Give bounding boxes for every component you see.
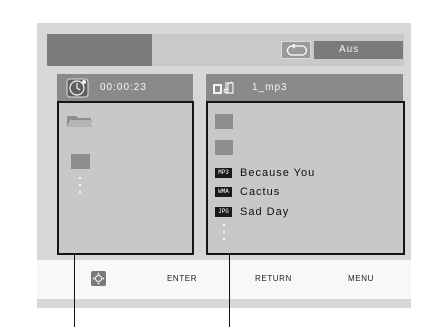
clock-disc-icon	[66, 78, 89, 98]
music-folder-icon	[213, 81, 234, 94]
repeat-value[interactable]: Aus	[314, 41, 403, 59]
return-button[interactable]: RETURN	[255, 274, 292, 283]
file-name: Sad Day	[240, 206, 290, 218]
callout-line-left	[74, 255, 75, 327]
playback-time: 00:00:23	[100, 82, 147, 93]
navigation-pad-icon[interactable]	[91, 271, 106, 286]
list-item[interactable]: MP3 Because You	[215, 166, 315, 180]
mp3-file-icon: MP3	[215, 168, 232, 179]
list-item[interactable]: JPG Sad Day	[215, 205, 289, 219]
left-pane-header: 00:00:23	[57, 74, 193, 101]
list-item[interactable]: WMA Cactus	[215, 185, 280, 199]
jpg-file-icon: JPG	[215, 207, 232, 218]
footer-bar: ENTER RETURN MENU	[37, 260, 411, 299]
callout-line-right	[229, 255, 230, 327]
current-folder-name: 1_mp3	[252, 82, 288, 93]
repeat-icon	[286, 44, 308, 56]
file-name: Cactus	[240, 186, 281, 198]
list-continuation-dots	[223, 224, 226, 245]
file-name: Because You	[240, 167, 316, 179]
folder-icon[interactable]	[215, 140, 233, 155]
top-bar-left	[47, 34, 152, 66]
menu-button[interactable]: MENU	[348, 274, 374, 283]
tree-connector-dots	[79, 177, 82, 198]
enter-button[interactable]: ENTER	[167, 274, 197, 283]
wma-file-icon: WMA	[215, 187, 232, 198]
file-list-pane[interactable]: MP3 Because You WMA Cactus JPG Sad Day	[206, 101, 405, 255]
folder-icon[interactable]	[71, 154, 90, 169]
folder-icon[interactable]	[215, 114, 233, 129]
repeat-button[interactable]	[281, 41, 311, 59]
right-pane-header: 1_mp3	[206, 74, 403, 101]
folder-tree-pane[interactable]	[57, 101, 194, 255]
open-folder-icon[interactable]	[66, 113, 94, 129]
